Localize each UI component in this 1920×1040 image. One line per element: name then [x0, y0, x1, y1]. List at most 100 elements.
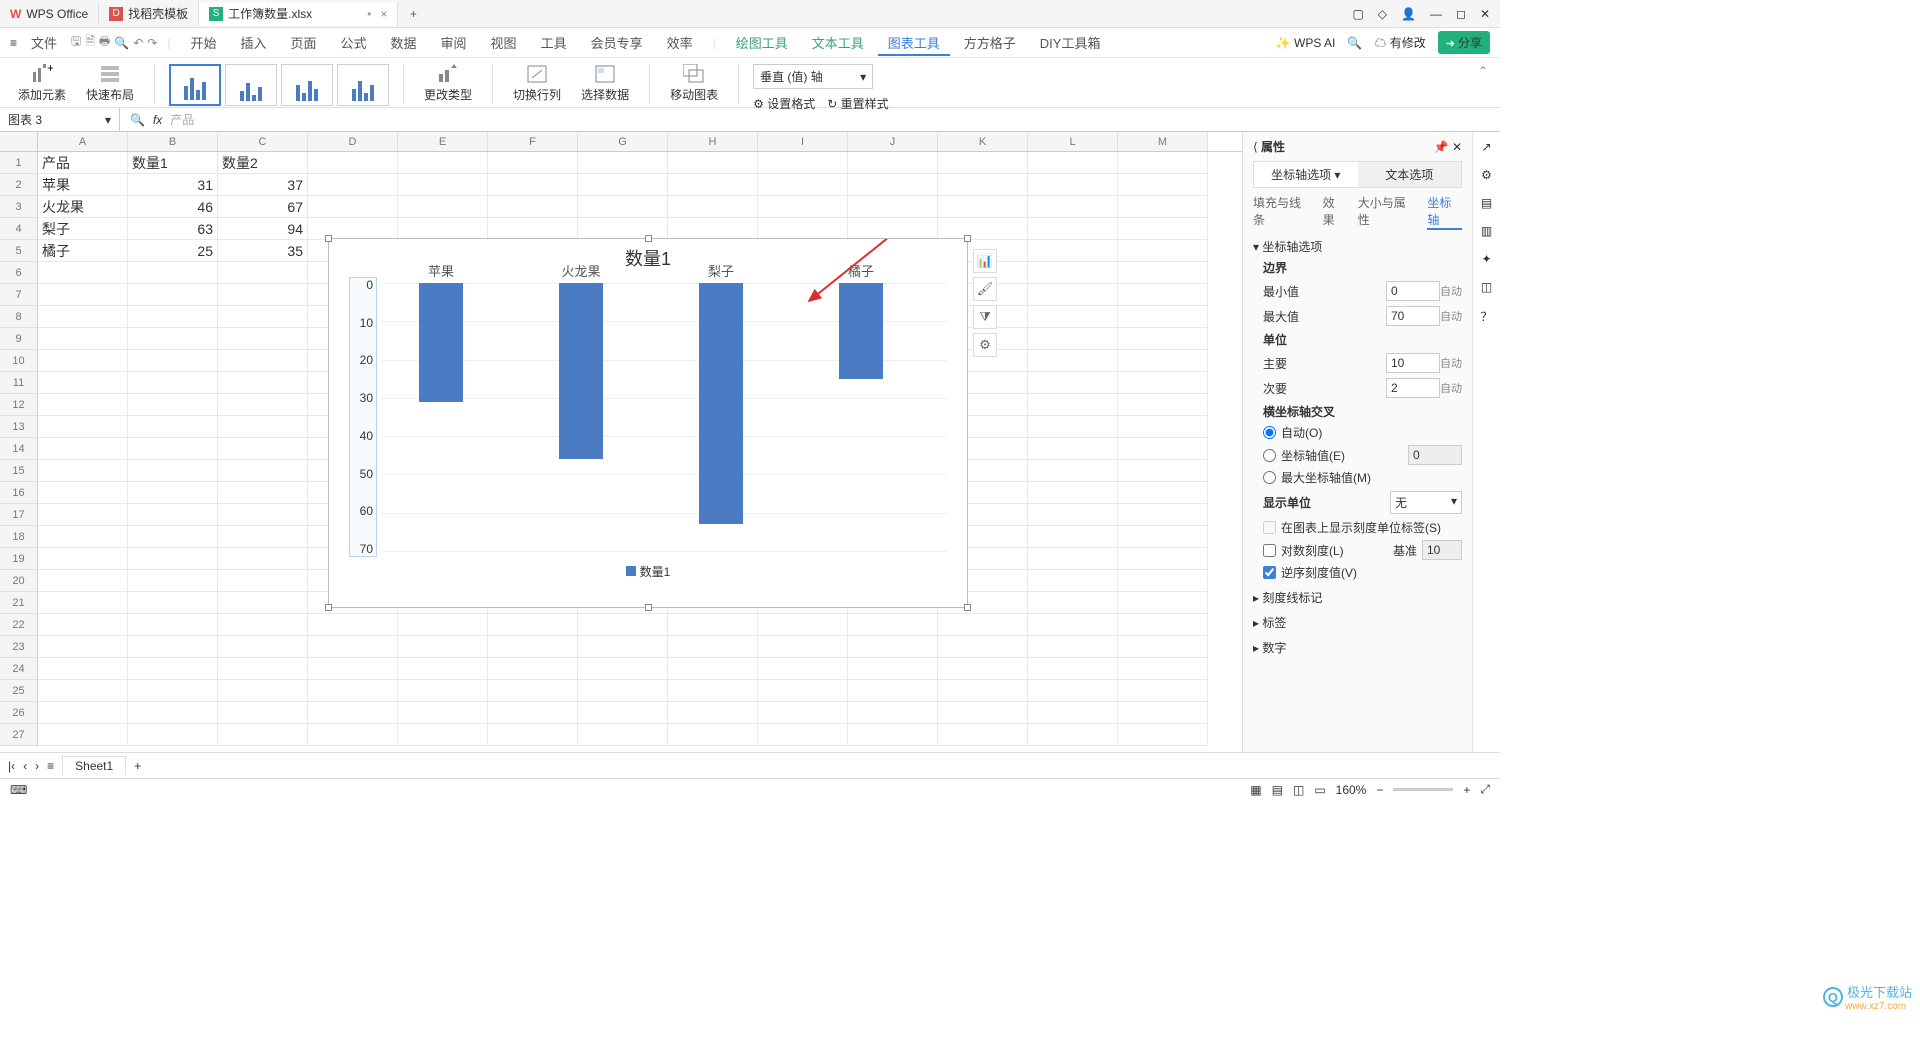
cell[interactable]	[218, 614, 308, 636]
cell[interactable]	[218, 504, 308, 526]
cell[interactable]	[38, 482, 128, 504]
cell[interactable]	[758, 658, 848, 680]
cell[interactable]	[1028, 284, 1118, 306]
menu-diy[interactable]: DIY工具箱	[1030, 29, 1111, 56]
chart-type-4[interactable]	[337, 64, 389, 106]
cell[interactable]	[488, 218, 578, 240]
major-input[interactable]	[1386, 353, 1440, 373]
open-icon[interactable]: 🗎	[85, 32, 95, 53]
row-header[interactable]: 3	[0, 196, 38, 218]
file-menu[interactable]: 文件	[21, 29, 67, 56]
menu-text-tools[interactable]: 文本工具	[802, 29, 874, 56]
status-mode-icon[interactable]: ⌨	[10, 783, 27, 797]
cell[interactable]	[668, 614, 758, 636]
col-J[interactable]: J	[848, 132, 938, 151]
cell[interactable]	[1028, 438, 1118, 460]
check-reverse[interactable]: 逆序刻度值(V)	[1263, 564, 1462, 581]
cell[interactable]	[308, 724, 398, 746]
cell[interactable]: 产品	[38, 152, 128, 174]
cell[interactable]	[488, 152, 578, 174]
cell[interactable]	[578, 152, 668, 174]
move-chart-button[interactable]: 移动图表	[664, 64, 724, 103]
cell[interactable]	[218, 724, 308, 746]
cell[interactable]	[668, 174, 758, 196]
cell[interactable]	[1118, 284, 1208, 306]
cell[interactable]	[38, 548, 128, 570]
row-header[interactable]: 7	[0, 284, 38, 306]
cell[interactable]	[578, 636, 668, 658]
cell[interactable]	[128, 680, 218, 702]
sheet-tab-1[interactable]: Sheet1	[62, 756, 126, 775]
cell[interactable]	[1028, 460, 1118, 482]
cell[interactable]	[218, 482, 308, 504]
change-type-button[interactable]: 更改类型	[418, 64, 478, 103]
cell[interactable]	[38, 438, 128, 460]
col-A[interactable]: A	[38, 132, 128, 151]
menu-view[interactable]: 视图	[481, 29, 527, 56]
cell[interactable]	[128, 482, 218, 504]
cell[interactable]	[758, 614, 848, 636]
cell[interactable]	[128, 394, 218, 416]
tab-workbook[interactable]: S工作簿数量.xlsx•×	[199, 2, 398, 26]
row-header[interactable]: 26	[0, 702, 38, 724]
row-header[interactable]: 17	[0, 504, 38, 526]
cell[interactable]	[1118, 262, 1208, 284]
col-E[interactable]: E	[398, 132, 488, 151]
radio-axisval[interactable]: 坐标轴值(E)	[1263, 445, 1462, 465]
minimize-icon[interactable]: —	[1430, 7, 1442, 21]
zoom-fx-icon[interactable]: 🔍	[130, 113, 145, 127]
menu-formula[interactable]: 公式	[331, 29, 377, 56]
cell[interactable]	[1118, 372, 1208, 394]
cell[interactable]	[128, 548, 218, 570]
redo-icon[interactable]: ↷	[147, 36, 157, 50]
cell[interactable]	[1118, 416, 1208, 438]
bar[interactable]	[839, 283, 883, 379]
menu-chart-tools[interactable]: 图表工具	[878, 29, 950, 56]
row-header[interactable]: 5	[0, 240, 38, 262]
cell[interactable]	[398, 702, 488, 724]
cell[interactable]	[128, 504, 218, 526]
cell[interactable]	[1118, 548, 1208, 570]
cell[interactable]	[218, 526, 308, 548]
cell[interactable]	[398, 196, 488, 218]
cell[interactable]	[1118, 152, 1208, 174]
cell[interactable]	[1118, 196, 1208, 218]
cell[interactable]	[758, 174, 848, 196]
add-tab-button[interactable]: +	[404, 5, 422, 23]
menu-member[interactable]: 会员专享	[581, 29, 653, 56]
cell[interactable]	[128, 658, 218, 680]
panel-tab-axis[interactable]: 坐标轴选项 ▾	[1254, 162, 1358, 187]
cell[interactable]	[1118, 504, 1208, 526]
cell[interactable]	[128, 438, 218, 460]
cell[interactable]	[38, 416, 128, 438]
col-I[interactable]: I	[758, 132, 848, 151]
cell[interactable]	[1028, 570, 1118, 592]
cell[interactable]	[938, 196, 1028, 218]
cell[interactable]	[1028, 394, 1118, 416]
max-input[interactable]	[1386, 306, 1440, 326]
cell[interactable]	[398, 218, 488, 240]
cell[interactable]	[488, 196, 578, 218]
cell[interactable]	[848, 152, 938, 174]
cell[interactable]	[1028, 614, 1118, 636]
cell[interactable]	[1028, 526, 1118, 548]
row-header[interactable]: 22	[0, 614, 38, 636]
tab-template[interactable]: D找稻壳模板	[99, 2, 199, 26]
row-header[interactable]: 2	[0, 174, 38, 196]
row-header[interactable]: 18	[0, 526, 38, 548]
menu-ffgz[interactable]: 方方格子	[954, 29, 1026, 56]
cell[interactable]	[38, 284, 128, 306]
cell[interactable]	[668, 218, 758, 240]
cell[interactable]	[668, 702, 758, 724]
set-format-button[interactable]: ⚙ 设置格式	[753, 95, 815, 112]
row-header[interactable]: 23	[0, 636, 38, 658]
cell[interactable]	[398, 724, 488, 746]
cell[interactable]	[1028, 218, 1118, 240]
cell[interactable]	[38, 658, 128, 680]
row-header[interactable]: 4	[0, 218, 38, 240]
cell[interactable]	[218, 394, 308, 416]
wps-ai[interactable]: ✨ WPS AI	[1276, 36, 1336, 50]
cell[interactable]	[38, 614, 128, 636]
cell[interactable]	[848, 636, 938, 658]
zoom-out-icon[interactable]: −	[1376, 783, 1383, 797]
